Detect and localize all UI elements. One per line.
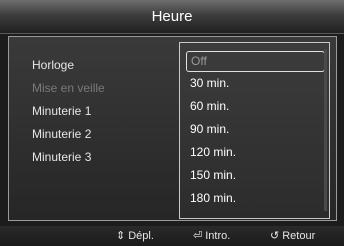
- up-down-arrow-icon: ⇕: [116, 230, 126, 242]
- return-hint-label: Retour: [282, 230, 316, 242]
- dropdown-scrollbar[interactable]: [324, 49, 327, 211]
- return-hint: ↺ Retour: [270, 229, 315, 242]
- enter-hint: ⏎ Intro.: [193, 229, 230, 242]
- option-150-min[interactable]: 150 min.: [186, 165, 325, 186]
- option-90-min[interactable]: 90 min.: [186, 119, 325, 140]
- option-180-min[interactable]: 180 min.: [186, 188, 325, 209]
- osd-menu: Heure Horloge Mise en veille Minuterie 1…: [0, 0, 344, 246]
- hint-bar: ⇕ Dépl. ⏎ Intro. ↺ Retour: [0, 226, 344, 246]
- option-120-min[interactable]: 120 min.: [186, 142, 325, 163]
- menu-item-minuterie-2[interactable]: Minuterie 2: [32, 127, 91, 141]
- move-hint: ⇕ Dépl.: [116, 229, 154, 242]
- menu-item-minuterie-1[interactable]: Minuterie 1: [32, 104, 91, 118]
- menu-item-minuterie-3[interactable]: Minuterie 3: [32, 150, 91, 164]
- menu-item-mise-en-veille: Mise en veille: [32, 81, 105, 95]
- return-icon: ↺: [270, 230, 280, 242]
- option-30-min[interactable]: 30 min.: [186, 73, 325, 94]
- enter-icon: ⏎: [193, 230, 203, 242]
- option-60-min[interactable]: 60 min.: [186, 96, 325, 117]
- move-hint-label: Dépl.: [128, 230, 154, 242]
- sleep-timer-dropdown[interactable]: Off 30 min. 60 min. 90 min. 120 min. 150…: [179, 42, 330, 219]
- menu-item-horloge[interactable]: Horloge: [32, 58, 74, 72]
- option-off[interactable]: Off: [186, 51, 325, 72]
- enter-hint-label: Intro.: [205, 230, 231, 242]
- menu-title: Heure: [0, 0, 344, 34]
